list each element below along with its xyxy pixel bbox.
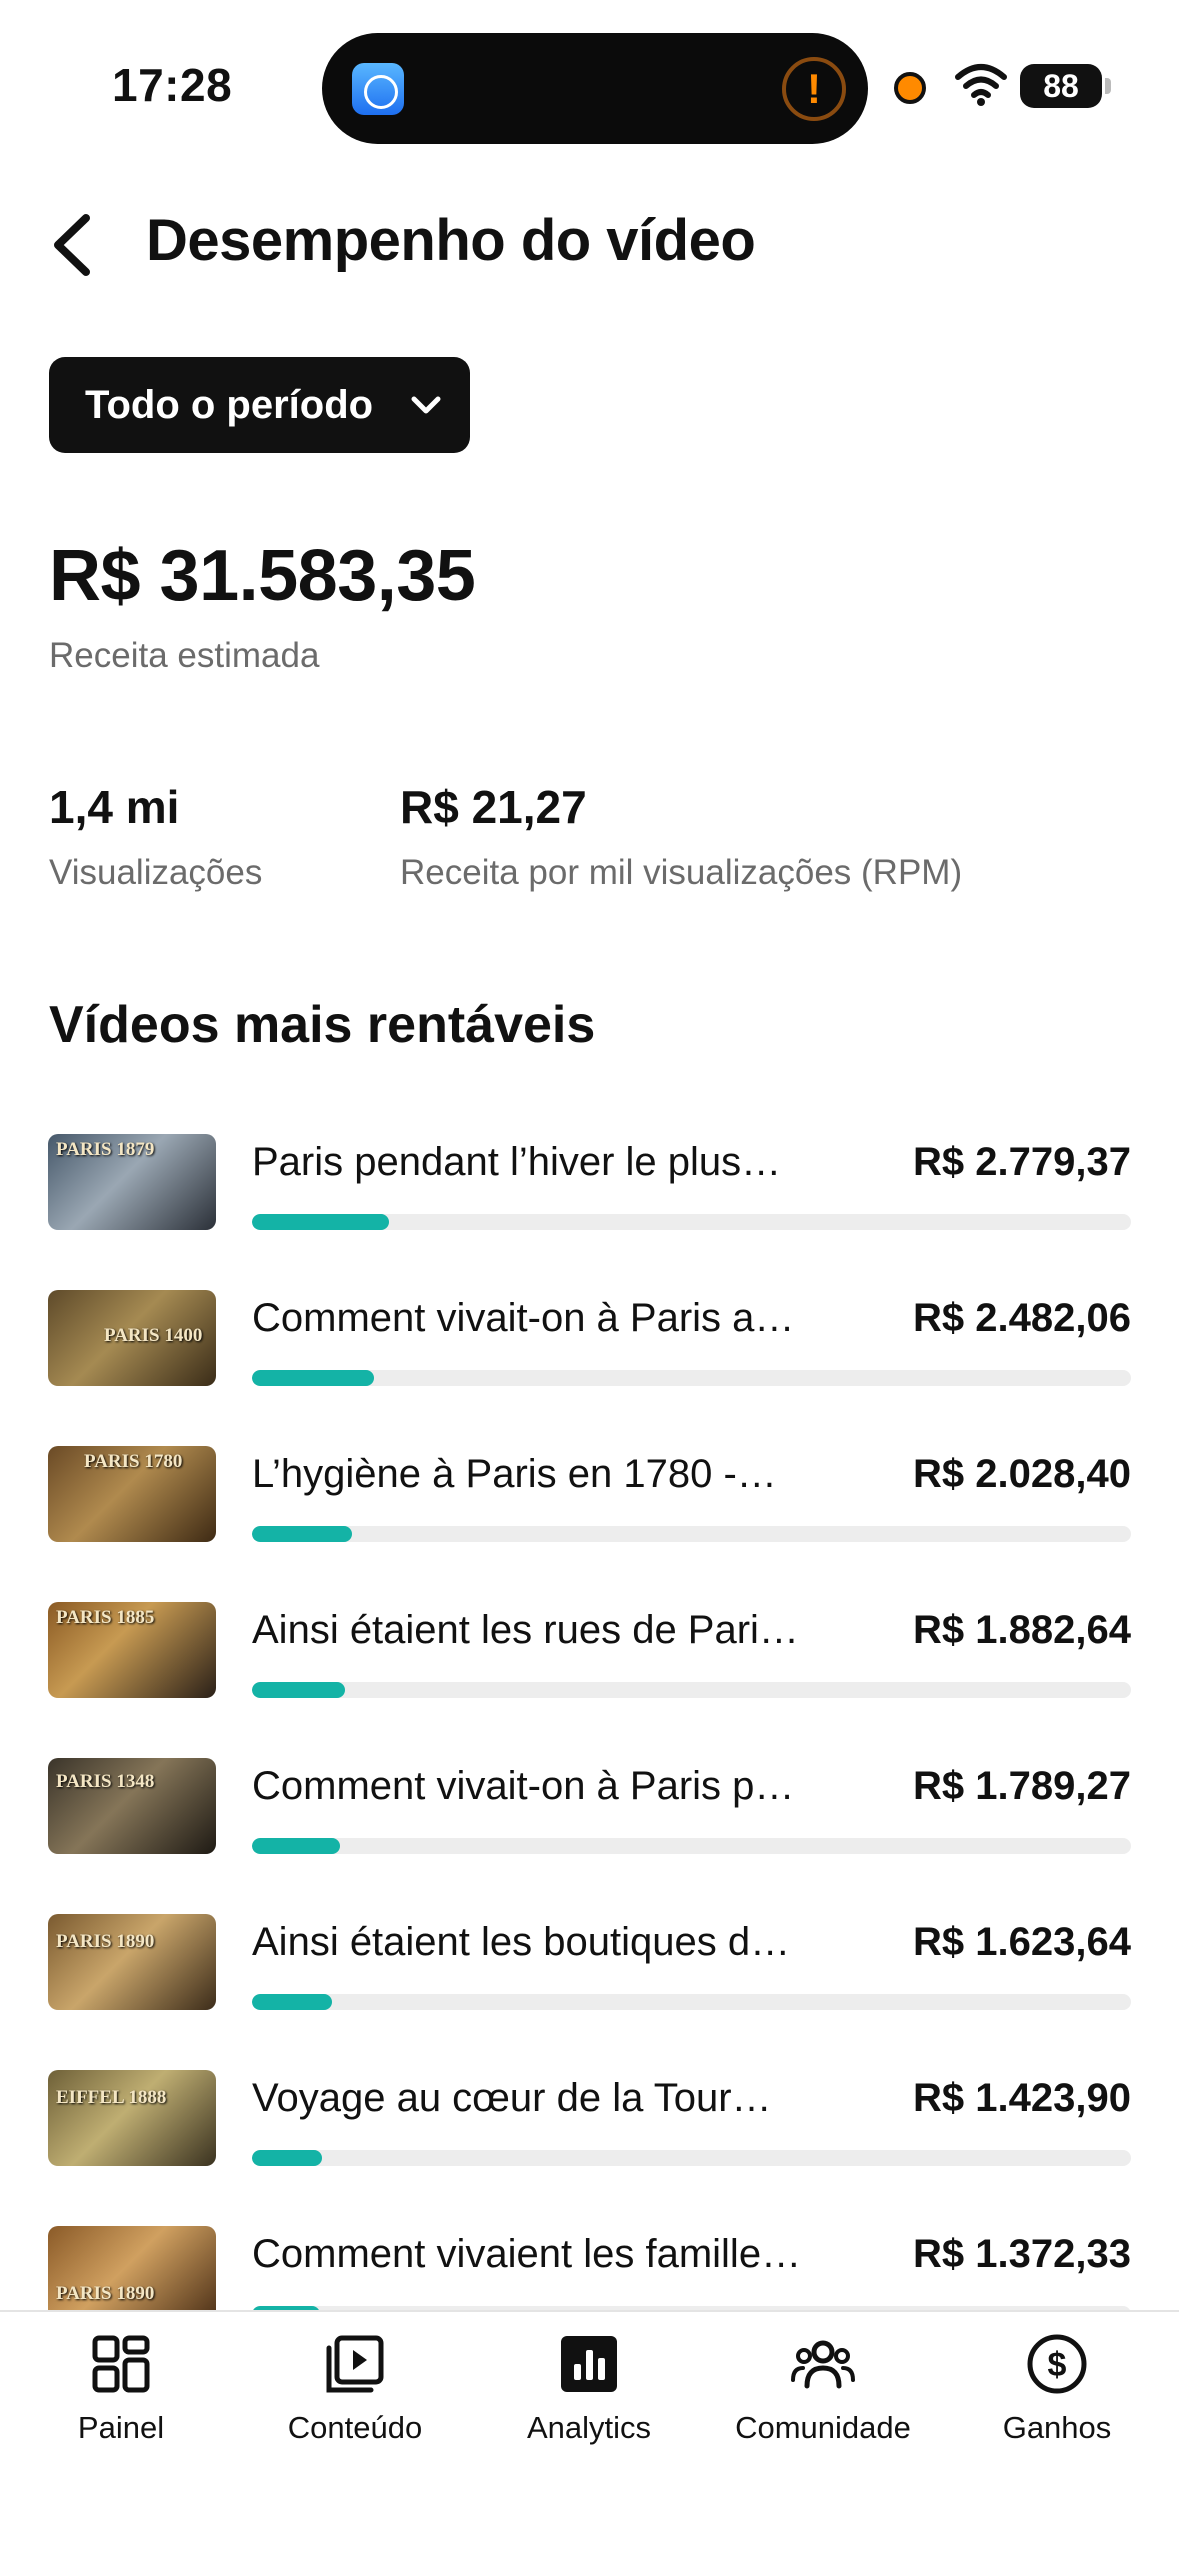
safari-icon (352, 63, 404, 115)
video-title: Comment vivait-on à Paris p… (252, 1764, 795, 1808)
video-revenue: R$ 1.882,64 (913, 1608, 1131, 1652)
bottom-tab-bar: Painel Conteúdo Analytics Comunidade $ G… (0, 2310, 1179, 2556)
video-thumbnail: PARIS 1348 (48, 1758, 216, 1854)
revenue-bar-fill (252, 2150, 323, 2166)
status-time: 17:28 (112, 59, 233, 111)
tab-analytics[interactable]: Analytics (472, 2312, 706, 2462)
dynamic-island: ! (322, 33, 868, 144)
views-label: Visualizações (49, 853, 263, 892)
revenue-bar (252, 1370, 1131, 1386)
thumbnail-caption: PARIS 1885 (56, 1607, 155, 1628)
video-thumbnail: PARIS 1890 (48, 1914, 216, 2010)
revenue-bar (252, 1682, 1131, 1698)
screen: 17:28 ! 88 Desempenho do vídeo Todo o pe… (0, 0, 1179, 2556)
video-revenue: R$ 2.482,06 (913, 1296, 1131, 1340)
video-row[interactable]: EIFFEL 1888 Voyage au cœur de la Tour… R… (0, 2056, 1179, 2212)
video-title: Ainsi étaient les rues de Pari… (252, 1608, 799, 1652)
thumbnail-caption: PARIS 1400 (104, 1325, 203, 1346)
revenue-bar-fill (252, 1526, 353, 1542)
content-icon (326, 2335, 384, 2393)
video-thumbnail: EIFFEL 1888 (48, 2070, 216, 2166)
tab-label: Comunidade (735, 2410, 911, 2445)
revenue-bar (252, 1838, 1131, 1854)
revenue-bar (252, 2150, 1131, 2166)
thumbnail-caption: PARIS 1890 (56, 1931, 155, 1952)
thumbnail-caption: PARIS 1780 (84, 1451, 183, 1472)
back-button[interactable] (44, 210, 100, 280)
earnings-icon: $ (1027, 2334, 1087, 2394)
revenue-bar-fill (252, 1214, 390, 1230)
revenue-bar-fill (252, 1838, 340, 1854)
thumbnail-caption: EIFFEL 1888 (56, 2087, 167, 2108)
period-label: Todo o período (85, 382, 374, 427)
tab-label: Analytics (526, 2410, 652, 2445)
revenue-bar-fill (252, 1370, 375, 1386)
video-revenue: R$ 2.779,37 (913, 1140, 1131, 1184)
video-revenue: R$ 1.623,64 (913, 1920, 1131, 1964)
video-thumbnail: PARIS 1890 (48, 2226, 216, 2322)
privacy-indicator-icon (894, 72, 926, 104)
section-title: Vídeos mais rentáveis (49, 996, 596, 1054)
alert-icon: ! (782, 57, 846, 121)
video-revenue: R$ 2.028,40 (913, 1452, 1131, 1496)
video-revenue: R$ 1.372,33 (913, 2232, 1131, 2276)
views-value: 1,4 mi (49, 781, 180, 833)
battery-indicator: 88 (1020, 64, 1111, 108)
video-thumbnail: PARIS 1879 (48, 1134, 216, 1230)
page-title: Desempenho do vídeo (146, 208, 756, 273)
video-row[interactable]: PARIS 1885 Ainsi étaient les rues de Par… (0, 1588, 1179, 1744)
video-revenue: R$ 1.789,27 (913, 1764, 1131, 1808)
tab-comunidade[interactable]: Comunidade (706, 2312, 940, 2462)
period-dropdown[interactable]: Todo o período (49, 357, 470, 453)
video-row[interactable]: PARIS 1780 L’hygiène à Paris en 1780 -… … (0, 1432, 1179, 1588)
thumbnail-caption: PARIS 1348 (56, 1771, 155, 1792)
revenue-bar (252, 1214, 1131, 1230)
thumbnail-caption: PARIS 1890 (56, 2283, 155, 2304)
video-row[interactable]: PARIS 1890 Ainsi étaient les boutiques d… (0, 1900, 1179, 2056)
revenue-bar (252, 1994, 1131, 2010)
revenue-bar-fill (252, 1682, 346, 1698)
revenue-bar-fill (252, 1994, 332, 2010)
dashboard-icon (92, 2335, 150, 2393)
tab-label: Ganhos (1002, 2410, 1112, 2445)
thumbnail-caption: PARIS 1879 (56, 1139, 155, 1160)
video-thumbnail: PARIS 1885 (48, 1602, 216, 1698)
tab-label: Painel (77, 2410, 165, 2445)
video-title: L’hygiène à Paris en 1780 -… (252, 1452, 777, 1496)
wifi-icon (955, 64, 1007, 106)
video-title: Comment vivait-on à Paris a… (252, 1296, 795, 1340)
video-row[interactable]: PARIS 1879 Paris pendant l’hiver le plus… (0, 1120, 1179, 1276)
analytics-icon (561, 2336, 617, 2392)
estimated-revenue-value: R$ 31.583,35 (49, 536, 476, 616)
tab-painel[interactable]: Painel (4, 2312, 238, 2462)
status-bar: 17:28 ! 88 (0, 0, 1179, 150)
rpm-label: Receita por mil visualizações (RPM) (400, 853, 963, 892)
svg-text:$: $ (1048, 2346, 1067, 2384)
tab-conteudo[interactable]: Conteúdo (238, 2312, 472, 2462)
revenue-bar (252, 1526, 1131, 1542)
video-row[interactable]: PARIS 1348 Comment vivait-on à Paris p… … (0, 1744, 1179, 1900)
tab-ganhos[interactable]: $ Ganhos (940, 2312, 1174, 2462)
video-title: Voyage au cœur de la Tour… (252, 2076, 772, 2120)
rpm-value: R$ 21,27 (400, 781, 587, 833)
video-revenue: R$ 1.423,90 (913, 2076, 1131, 2120)
estimated-revenue-label: Receita estimada (49, 636, 320, 675)
video-title: Comment vivaient les famille… (252, 2232, 802, 2276)
video-row[interactable]: PARIS 1400 Comment vivait-on à Paris a… … (0, 1276, 1179, 1432)
video-title: Paris pendant l’hiver le plus… (252, 1140, 782, 1184)
video-title: Ainsi étaient les boutiques d… (252, 1920, 791, 1964)
video-thumbnail: PARIS 1780 (48, 1446, 216, 1542)
chevron-down-icon (411, 396, 441, 414)
tab-label: Conteúdo (287, 2410, 423, 2445)
video-thumbnail: PARIS 1400 (48, 1290, 216, 1386)
community-icon (791, 2340, 855, 2389)
